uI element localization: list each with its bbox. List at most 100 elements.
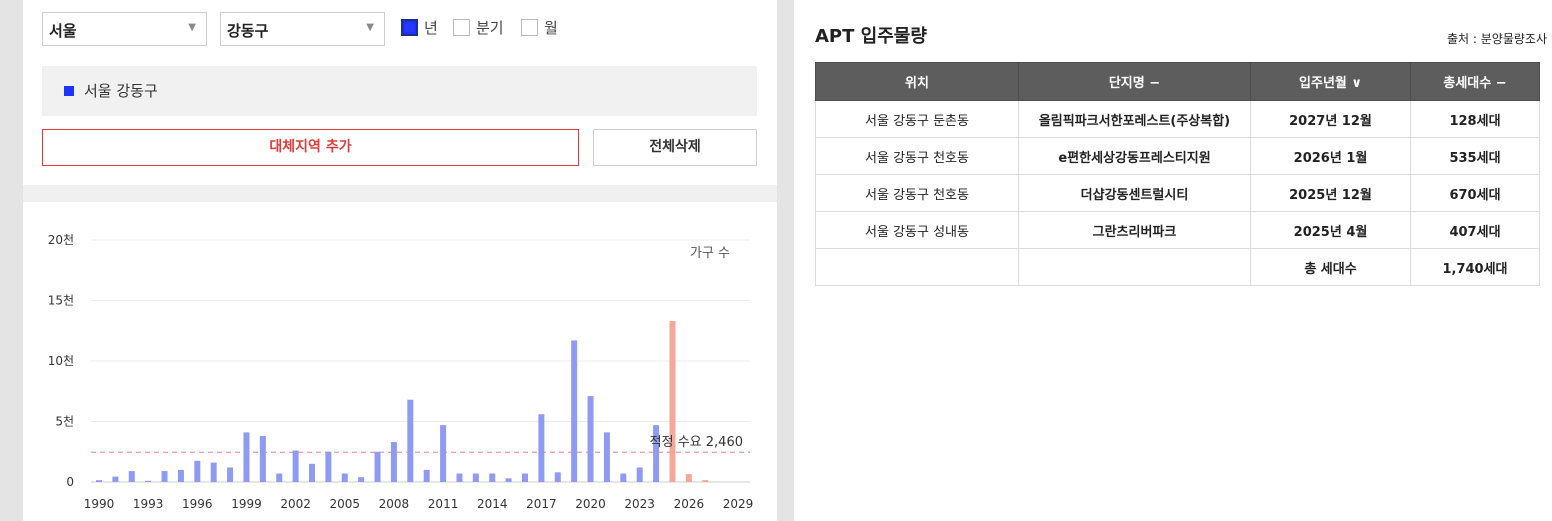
region-select[interactable]: 서울 ▼ (42, 12, 207, 46)
chevron-down-icon: ▼ (366, 22, 374, 33)
y-tick-label: 15천 (48, 293, 74, 308)
bar[interactable] (554, 472, 561, 482)
chart-legend: 가구 수 (690, 246, 730, 261)
district-select-value: 강동구 (227, 22, 269, 40)
bar[interactable] (522, 473, 528, 482)
cell-location: 서울 강동구 둔촌동 (815, 100, 1019, 138)
delete-all-button[interactable]: 전체삭제 (593, 129, 757, 166)
bar[interactable] (341, 473, 348, 482)
cell-complex: 그란츠리버파크 (1018, 211, 1251, 249)
bar[interactable] (243, 432, 250, 482)
bar[interactable] (653, 425, 660, 482)
bar[interactable] (145, 480, 152, 482)
bar[interactable] (128, 471, 135, 482)
cell-move-in: 2025년 4월 (1250, 211, 1411, 249)
x-tick-label: 2023 (624, 497, 655, 511)
bar[interactable] (210, 462, 217, 482)
selected-region-label: 서울 강동구 (84, 82, 158, 100)
bar[interactable] (309, 463, 315, 482)
checkbox-icon[interactable] (521, 19, 538, 36)
table-total-row: 총 세대수 1,740세대 (815, 248, 1540, 286)
bar[interactable] (603, 432, 610, 482)
x-tick-label: 2017 (526, 497, 557, 511)
table-row: 서울 강동구 천호동 e편한세상강동프레스티지원 2026년 1월 535세대 (815, 137, 1540, 175)
bar[interactable] (472, 473, 479, 482)
x-tick-label: 2002 (280, 497, 311, 511)
bar[interactable] (390, 442, 397, 482)
bar[interactable] (325, 451, 332, 482)
bar[interactable] (456, 473, 463, 482)
panel-divider (777, 0, 794, 521)
cell-households: 535세대 (1410, 137, 1540, 175)
cell-complex: e편한세상강동프레스티지원 (1018, 137, 1251, 175)
cell-location: 서울 강동구 천호동 (815, 137, 1019, 175)
table-row: 서울 강동구 성내동 그란츠리버파크 2025년 4월 407세대 (815, 211, 1540, 249)
x-tick-label: 2020 (575, 497, 606, 511)
bar[interactable] (636, 467, 643, 482)
cell-location: 서울 강동구 성내동 (815, 211, 1019, 249)
cell-complex: 올림픽파크서한포레스트(주상복합) (1018, 100, 1251, 138)
bar[interactable] (702, 480, 709, 482)
x-tick-label: 1999 (231, 497, 262, 511)
column-header-move-in[interactable]: 입주년월 ∨ (1250, 62, 1411, 101)
table-header-row: 위치 단지명 − 입주년월 ∨ 총세대수 − (815, 62, 1540, 101)
supply-bar-chart: 0 5천 10천 15천 20천 1990 1993 1996 1999 2002 2005 200… (48, 232, 754, 511)
reference-line-label: 적정 수요 2,460 (650, 435, 743, 450)
y-axis-ticks: 0 5천 10천 15천 20천 (48, 232, 74, 489)
supply-table: 위치 단지명 − 입주년월 ∨ 총세대수 − 서울 강동구 둔촌동 올림픽파크서… (815, 62, 1540, 286)
bar[interactable] (571, 340, 578, 482)
bar[interactable] (423, 469, 430, 482)
total-value: 1,740세대 (1410, 248, 1540, 286)
x-tick-label: 2014 (477, 497, 508, 511)
bar[interactable] (112, 476, 119, 482)
bar[interactable] (161, 471, 168, 482)
bar[interactable] (177, 469, 184, 482)
total-label: 총 세대수 (1250, 248, 1411, 286)
bar[interactable] (587, 396, 594, 482)
x-axis-ticks: 1990 1993 1996 1999 2002 2005 2008 2011 2014 2017… (84, 497, 754, 511)
column-header-households[interactable]: 총세대수 − (1410, 62, 1540, 101)
bar[interactable] (620, 473, 627, 482)
bar[interactable] (96, 480, 102, 482)
y-tick-label: 0 (66, 475, 74, 489)
bar[interactable] (407, 399, 414, 482)
cell-empty (1018, 248, 1251, 286)
chevron-down-icon: ▼ (188, 22, 196, 33)
bar[interactable] (259, 436, 266, 482)
checkbox-icon[interactable] (453, 19, 470, 36)
x-tick-label: 2026 (674, 497, 705, 511)
cell-location: 서울 강동구 천호동 (815, 174, 1019, 212)
add-region-button[interactable]: 대체지역 추가 (42, 129, 579, 166)
cell-move-in: 2027년 12월 (1250, 100, 1411, 138)
period-option-label: 월 (544, 19, 558, 37)
bar[interactable] (227, 467, 234, 482)
region-select-value: 서울 (49, 22, 77, 40)
bar[interactable] (374, 451, 381, 482)
y-tick-label: 10천 (48, 353, 74, 368)
legend-square-icon (64, 86, 74, 96)
district-select[interactable]: 강동구 ▼ (220, 12, 385, 46)
checkbox-checked-icon[interactable] (401, 19, 418, 36)
table-row: 서울 강동구 천호동 더샵강동센트럴시티 2025년 12월 670세대 (815, 174, 1540, 212)
bar[interactable] (538, 414, 545, 482)
section-separator (23, 185, 777, 202)
bar[interactable] (489, 473, 496, 482)
bar[interactable] (292, 450, 299, 482)
bar[interactable] (276, 473, 283, 482)
x-tick-label: 1993 (133, 497, 164, 511)
column-header-location: 위치 (815, 62, 1019, 101)
bar[interactable] (505, 478, 512, 482)
cell-empty (815, 248, 1019, 286)
cell-households: 407세대 (1410, 211, 1540, 249)
x-tick-label: 2011 (428, 497, 459, 511)
x-tick-label: 2029 (723, 497, 754, 511)
bar[interactable] (194, 460, 201, 482)
bar[interactable] (685, 474, 692, 482)
selected-region-panel: 서울 강동구 (42, 66, 757, 116)
bar[interactable] (440, 425, 447, 482)
bar[interactable] (669, 321, 676, 482)
period-option-label: 분기 (476, 19, 504, 37)
source-label: 출처 : 분양물량조사 (1447, 32, 1547, 46)
bar[interactable] (358, 477, 365, 482)
column-header-complex[interactable]: 단지명 − (1018, 62, 1251, 101)
